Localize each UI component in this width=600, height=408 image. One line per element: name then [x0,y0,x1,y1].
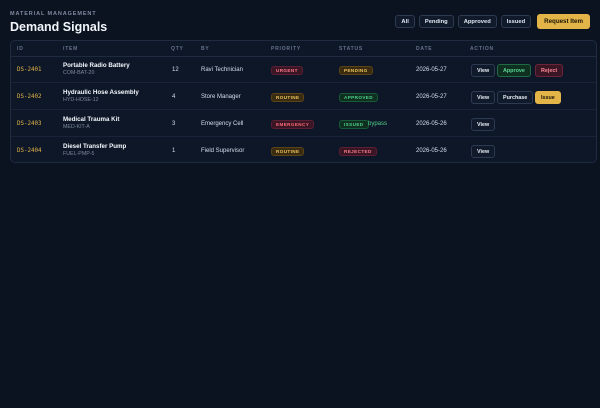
row-id: DS-2403 [17,121,42,127]
table-row: DS-2404 Diesel Transfer Pump FUEL-PMP-5 … [11,138,596,164]
view-button[interactable]: View [471,145,496,158]
view-button[interactable]: View [471,118,496,131]
status-badge: REJECTED [339,147,377,156]
col-by: BY [201,46,210,52]
view-button[interactable]: View [471,91,496,104]
requested-by: Emergency Cell [201,121,244,127]
section-eyebrow: MATERIAL MANAGEMENT [10,11,97,17]
purchase-button[interactable]: Purchase [497,91,534,104]
view-button[interactable]: View [471,64,496,77]
filter-approved-button[interactable]: Approved [457,15,497,28]
request-date: 2026-05-27 [416,94,447,100]
row-id: DS-2402 [17,94,42,100]
requested-by: Field Supervisor [201,148,245,154]
row-id: DS-2401 [17,67,42,73]
page-header: MATERIAL MANAGEMENT Demand Signals [10,11,107,34]
item-qty: 3 [172,121,176,127]
status-badge: PENDING [339,66,373,75]
requested-by: Ravi Technician [201,67,243,73]
col-id: ID [17,46,24,52]
approve-button[interactable]: Approve [497,64,531,77]
priority-badge: URGENT [271,66,303,75]
requested-by: Store Manager [201,94,241,100]
col-priority: PRIORITY [271,46,302,52]
request-item-button[interactable]: Request Item [537,14,590,29]
table-header: ID ITEM QTY BY PRIORITY STATUS DATE ACTI… [11,41,596,57]
item-name: Hydraulic Hose Assembly [63,89,139,96]
filter-bar: All Pending Approved Issued Request Item [395,14,590,29]
request-date: 2026-05-26 [416,121,447,127]
item-name: Diesel Transfer Pump [63,143,127,150]
item-sku: FUEL-PMP-5 [63,151,95,157]
row-id: DS-2404 [17,148,42,154]
col-status: STATUS [339,46,364,52]
item-name: Portable Radio Battery [63,62,130,69]
status-badge: ISSUED [339,120,369,129]
issue-button[interactable]: Issue [535,91,561,104]
request-date: 2026-05-27 [416,67,447,73]
bypass-note: bypass [368,121,388,127]
item-sku: COM-BAT-20 [63,70,95,76]
col-date: DATE [416,46,433,52]
filter-pending-button[interactable]: Pending [418,15,454,28]
priority-badge: ROUTINE [271,93,305,102]
table-row: DS-2402 Hydraulic Hose Assembly HYD-HOSE… [11,84,596,110]
item-sku: MED-KIT-A [63,124,90,130]
table-row: DS-2403 Medical Trauma Kit MED-KIT-A 3 E… [11,111,596,137]
status-badge: APPROVED [339,93,378,102]
filter-all-button[interactable]: All [395,15,415,28]
table-row: DS-2401 Portable Radio Battery COM-BAT-2… [11,57,596,83]
item-sku: HYD-HOSE-12 [63,97,99,103]
item-qty: 4 [172,94,176,100]
filter-issued-button[interactable]: Issued [500,15,532,28]
col-qty: QTY [171,46,184,52]
demand-table: ID ITEM QTY BY PRIORITY STATUS DATE ACTI… [10,40,597,163]
priority-badge: EMERGENCY [271,120,315,129]
reject-button[interactable]: Reject [535,64,564,77]
request-date: 2026-05-26 [416,148,447,154]
priority-badge: ROUTINE [271,147,305,156]
page-title: Demand Signals [10,20,108,34]
item-qty: 1 [172,148,176,154]
item-qty: 12 [172,67,179,73]
item-name: Medical Trauma Kit [63,116,120,123]
col-action: ACTION [470,46,494,52]
col-item: ITEM [63,46,79,52]
